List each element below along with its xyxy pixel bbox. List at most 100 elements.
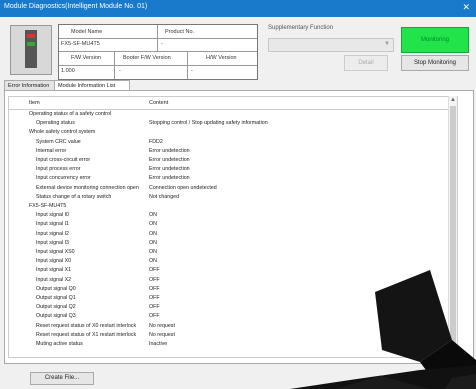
list-row-item: Output signal Q0: [36, 285, 76, 292]
list-row-content: OFF: [149, 276, 160, 283]
list-row[interactable]: Input signal I1 ON: [9, 221, 449, 228]
list-row-item: Input signal I1: [36, 221, 69, 228]
fw-version-label: F/W Version: [71, 55, 101, 61]
product-no-value: -: [161, 41, 163, 47]
list-row-content: No request: [149, 322, 175, 329]
list-row-content: Not changed: [149, 193, 180, 200]
list-row[interactable]: Internal error Error undetection: [9, 148, 449, 155]
list-header: Item Content: [9, 97, 457, 110]
list-row-item: Input signal X0: [36, 258, 72, 265]
list-row-content: Error undetection: [149, 157, 190, 163]
title-bar: Module Diagnostics(Intelligent Module No…: [0, 0, 476, 17]
list-row-item: System CRC value: [36, 138, 81, 145]
model-name-value: FX5-SF-MU4T5: [61, 41, 100, 47]
list-row-content: ON: [149, 212, 157, 219]
list-row-item: Operating status of a safety control: [29, 111, 112, 117]
list-row-item: Input cross-circuit error: [36, 157, 91, 163]
list-row-content: Inactive: [149, 341, 168, 347]
monitoring-status-button[interactable]: Monitoring: [401, 27, 469, 53]
list-row-item: Input signal X1: [36, 267, 72, 274]
list-row-item: Input concurrency error: [36, 175, 91, 182]
list-row-item: Input signal XS0: [36, 249, 75, 255]
column-content-header: Content: [149, 100, 169, 106]
module-image: [10, 25, 52, 75]
list-row-item: Operating status: [36, 120, 75, 127]
list-row-item: Input signal I3: [36, 239, 69, 246]
product-no-label: Product No.: [165, 29, 195, 35]
list-row-item: Muting active status: [36, 341, 83, 347]
list-row-item: Output signal Q1: [36, 295, 76, 301]
list-row-item: Whole safety control system: [29, 129, 96, 136]
list-row-item: Status change of a rotary switch: [36, 193, 112, 200]
list-row[interactable]: Operating status of a safety control: [9, 111, 449, 118]
list-row[interactable]: Reset request status of X1 restart inter…: [9, 332, 449, 339]
booter-fw-version-label: Booter F/W Version: [123, 55, 171, 61]
list-row-item: Input signal X2: [36, 276, 72, 283]
module-information-list: Item Content Operating status of a safet…: [8, 96, 458, 358]
list-row[interactable]: Input signal I0 ON: [9, 212, 449, 219]
list-row-content: ON: [149, 230, 157, 237]
list-row[interactable]: FX5-SF-MU4T5: [9, 203, 449, 210]
list-row-content: OFF: [149, 295, 160, 301]
list-row-content: OFF: [149, 304, 160, 311]
vertical-scrollbar[interactable]: ▲: [448, 96, 457, 356]
list-row-content: Error undetection: [149, 175, 190, 182]
hw-version-value: -: [191, 68, 193, 74]
close-icon[interactable]: ✕: [462, 2, 470, 13]
list-row[interactable]: Muting active status Inactive: [9, 341, 449, 348]
list-row[interactable]: Operating status Stopping control / Stop …: [9, 120, 449, 127]
list-row[interactable]: Input cross-circuit error Error undetecti…: [9, 157, 449, 164]
list-row-content: OFF: [149, 313, 160, 320]
list-row-item: Output signal Q2: [36, 304, 76, 311]
list-row-content: OFF: [149, 285, 160, 292]
list-row[interactable]: Input signal I2 ON: [9, 231, 449, 238]
list-row[interactable]: Reset request status of X0 restart inter…: [9, 323, 449, 330]
hw-version-label: H/W Version: [206, 55, 237, 61]
list-row[interactable]: Input concurrency error Error undetection: [9, 175, 449, 182]
list-row-item: FX5-SF-MU4T5: [29, 203, 67, 209]
supplementary-function-label: Supplementary Function: [268, 25, 334, 31]
list-row-content: Stopping control / Stop updating safety …: [149, 120, 268, 127]
create-file-button[interactable]: Create File...: [30, 372, 94, 385]
list-row-item: Input signal I2: [36, 230, 69, 237]
list-row-content: Connection open undetected: [149, 184, 217, 191]
list-row[interactable]: Status change of a rotary switch Not chan…: [9, 194, 449, 201]
module-info-table: Model Name Product No. FX5-SF-MU4T5 - F/…: [58, 24, 258, 80]
list-row-item: Reset request status of X1 restart inter…: [36, 331, 137, 338]
list-row-content: OFF: [149, 267, 160, 274]
list-row-item: Internal error: [36, 147, 67, 154]
supplementary-function-select[interactable]: ▼: [268, 38, 394, 52]
list-row[interactable]: Whole safety control system: [9, 129, 449, 136]
scroll-up-icon[interactable]: ▲: [450, 97, 456, 103]
list-row-content: ON: [149, 221, 157, 228]
list-row-item: Reset request status of X0 restart inter…: [36, 322, 137, 329]
stop-monitoring-button[interactable]: Stop Monitoring: [401, 55, 469, 71]
list-row-content: No request: [149, 331, 175, 338]
list-row-content: ON: [149, 239, 157, 246]
list-row[interactable]: Input signal I3 ON: [9, 240, 449, 247]
fw-version-value: 1.000: [61, 68, 75, 74]
list-row-item: Input process error: [36, 166, 81, 173]
list-row[interactable]: Input process error Error undetection: [9, 166, 449, 173]
detail-button[interactable]: Detail: [344, 55, 388, 71]
list-row-content: FDD2: [149, 138, 163, 145]
scrollbar-thumb[interactable]: [450, 106, 456, 346]
list-row[interactable]: Input signal X1 OFF: [9, 267, 449, 274]
list-row[interactable]: Output signal Q1 OFF: [9, 295, 449, 302]
list-row[interactable]: Input signal X0 ON: [9, 258, 449, 265]
list-row[interactable]: Output signal Q3 OFF: [9, 313, 449, 320]
list-row-content: Error undetection: [149, 147, 190, 154]
list-row[interactable]: System CRC value FDD2: [9, 139, 449, 146]
window-title: Module Diagnostics(Intelligent Module No…: [4, 3, 148, 10]
list-row-content: Error undetection: [149, 166, 190, 173]
list-row[interactable]: Input signal XS0 ON: [9, 249, 449, 256]
list-row-content: ON: [149, 249, 157, 255]
list-row-content: ON: [149, 258, 157, 265]
list-row[interactable]: Output signal Q2 OFF: [9, 304, 449, 311]
column-item-header: Item: [29, 100, 40, 106]
list-row-item: Output signal Q3: [36, 313, 76, 320]
list-row[interactable]: Input signal X2 OFF: [9, 277, 449, 284]
list-row[interactable]: External device monitoring connection op…: [9, 185, 449, 192]
list-row[interactable]: Output signal Q0 OFF: [9, 286, 449, 293]
list-row-item: External device monitoring connection op…: [36, 184, 139, 191]
